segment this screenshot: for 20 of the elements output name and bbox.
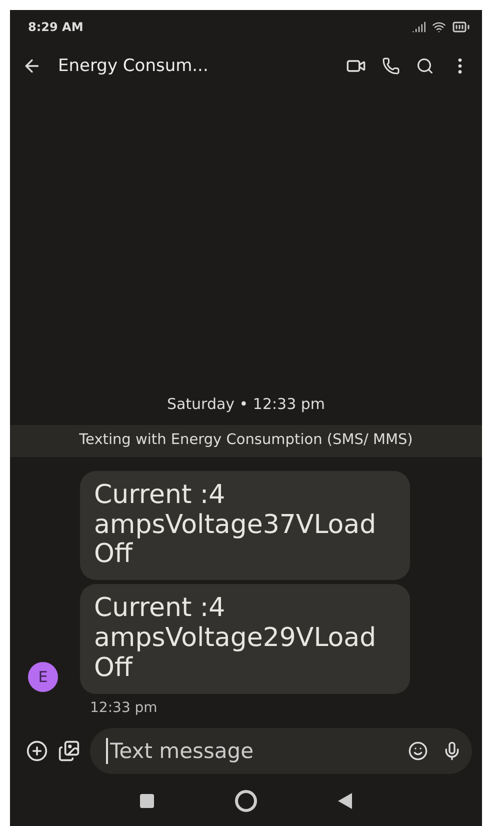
message-time: 12:33 pm — [90, 700, 158, 716]
home-button[interactable] — [234, 790, 257, 812]
message-input[interactable]: Text message — [106, 738, 394, 764]
date-divider: Saturday • 12:33 pm — [166, 395, 326, 414]
sender-avatar: E — [28, 662, 58, 692]
phone-icon[interactable] — [382, 57, 400, 75]
message-bubble: Current :4 ampsVoltage37VLoad Off — [80, 470, 410, 580]
recents-button[interactable] — [140, 794, 154, 808]
gallery-icon[interactable] — [58, 740, 80, 762]
conversation-title: Energy Consum... — [58, 56, 210, 76]
add-icon[interactable] — [26, 740, 48, 762]
emoji-icon[interactable] — [408, 741, 428, 761]
message-field[interactable]: Text message — [90, 728, 472, 774]
signal-icon — [412, 20, 426, 34]
texting-banner: Texting with Energy Consumption (SMS/ MMS) — [10, 425, 482, 457]
wifi-icon — [432, 20, 446, 34]
back-nav-button[interactable] — [338, 793, 352, 809]
message-bubble: Current :4 ampsVoltage29VLoad Off — [80, 584, 410, 694]
status-time: 8:29 AM — [28, 20, 84, 34]
search-icon[interactable] — [416, 57, 434, 75]
